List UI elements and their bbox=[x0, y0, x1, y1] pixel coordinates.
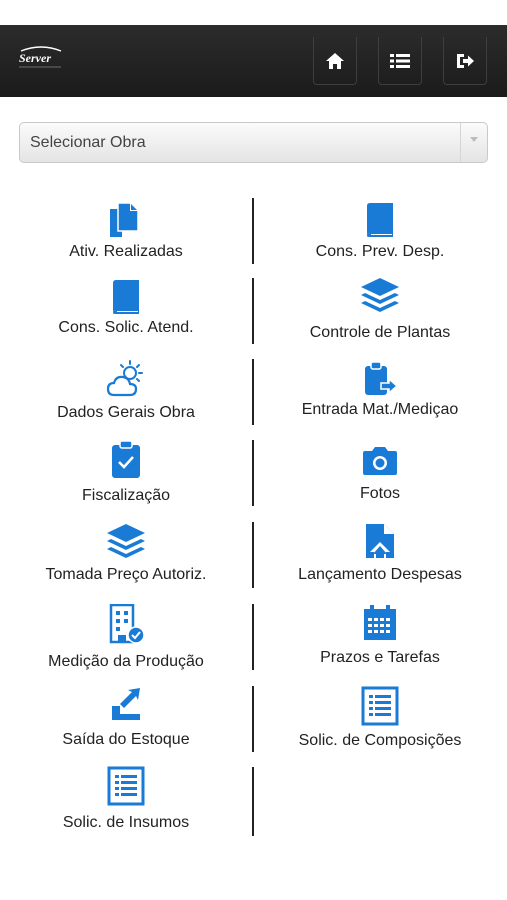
calendar-icon bbox=[364, 605, 396, 640]
layers-icon bbox=[361, 278, 399, 312]
menu-item-label: Controle de Plantas bbox=[309, 324, 451, 341]
status-bar bbox=[0, 0, 507, 25]
copy-documents-icon bbox=[110, 202, 139, 237]
logo-text: Server bbox=[19, 51, 51, 65]
logout-button[interactable] bbox=[443, 37, 487, 85]
menu-item-dados-gerais-obra[interactable]: Dados Gerais Obra bbox=[6, 359, 246, 422]
menu-item-label: Entrada Mat./Mediçao bbox=[301, 401, 459, 418]
menu-item-label: Fotos bbox=[359, 485, 400, 502]
file-upload-icon bbox=[366, 524, 394, 558]
server-logo[interactable]: Server bbox=[17, 45, 65, 71]
menu-item-label: Ativ. Realizadas bbox=[69, 243, 183, 260]
menu-item-label: Cons. Prev. Desp. bbox=[315, 243, 445, 260]
list-icon bbox=[390, 53, 410, 68]
menu-item-fotos[interactable]: Fotos bbox=[260, 445, 500, 503]
select-arrow-box[interactable] bbox=[460, 123, 487, 162]
column-divider bbox=[252, 686, 254, 752]
book-icon bbox=[367, 203, 393, 237]
menu-item-fiscalizacao[interactable]: Fiscalização bbox=[6, 440, 246, 505]
camera-icon bbox=[363, 447, 397, 475]
menu-item-ativ-realizadas[interactable]: Ativ. Realizadas bbox=[6, 201, 246, 261]
navbar: Server bbox=[0, 25, 507, 97]
menu-item-label: Solic. de Insumos bbox=[62, 814, 190, 831]
menu-item-label: Tomada Preço Autoriz. bbox=[45, 566, 207, 583]
column-divider bbox=[252, 604, 254, 670]
menu-item-saida-do-estoque[interactable]: Saída do Estoque bbox=[6, 686, 246, 749]
obra-select-value: Selecionar Obra bbox=[30, 134, 146, 151]
menu-item-label: Lançamento Despesas bbox=[298, 566, 462, 583]
menu-item-lancamento-despesas[interactable]: Lançamento Despesas bbox=[260, 522, 500, 584]
column-divider bbox=[252, 198, 254, 264]
column-divider bbox=[252, 278, 254, 344]
menu-item-tomada-preco-autoriz[interactable]: Tomada Preço Autoriz. bbox=[6, 522, 246, 584]
home-button[interactable] bbox=[313, 37, 357, 85]
menu-item-prazos-e-tarefas[interactable]: Prazos e Tarefas bbox=[260, 604, 500, 667]
obra-select[interactable]: Selecionar Obra bbox=[19, 122, 488, 163]
column-divider bbox=[252, 359, 254, 425]
menu-item-label: Saída do Estoque bbox=[62, 731, 190, 748]
menu-item-controle-de-plantas[interactable]: Controle de Plantas bbox=[260, 276, 500, 342]
menu-item-label: Prazos e Tarefas bbox=[320, 649, 440, 666]
logout-icon bbox=[457, 53, 474, 68]
stock-out-icon bbox=[112, 688, 140, 720]
menu-item-cons-solic-atend[interactable]: Cons. Solic. Atend. bbox=[6, 278, 246, 337]
chevron-down-icon bbox=[470, 137, 478, 142]
layers-icon bbox=[107, 524, 145, 558]
menu-item-label: Dados Gerais Obra bbox=[57, 404, 195, 421]
menu-item-medicao-da-producao[interactable]: Medição da Produção bbox=[6, 604, 246, 671]
column-divider bbox=[252, 522, 254, 588]
list-document-icon bbox=[361, 686, 399, 726]
home-icon bbox=[326, 52, 344, 69]
menu-item-label: Cons. Solic. Atend. bbox=[58, 319, 194, 336]
menu-item-entrada-mat-medicao[interactable]: Entrada Mat./Mediçao bbox=[260, 361, 500, 419]
menu-item-label: Solic. de Composições bbox=[298, 732, 462, 749]
book-icon bbox=[113, 280, 139, 314]
menu-item-solic-de-composicoes[interactable]: Solic. de Composições bbox=[260, 686, 500, 750]
clipboard-check-icon bbox=[112, 440, 140, 478]
clipboard-import-icon bbox=[365, 361, 399, 395]
menu-item-label: Medição da Produção bbox=[48, 653, 204, 670]
menu-item-solic-de-insumos[interactable]: Solic. de Insumos bbox=[6, 766, 246, 832]
list-button[interactable] bbox=[378, 37, 422, 85]
column-divider bbox=[252, 440, 254, 506]
weather-sun-cloud-icon bbox=[106, 360, 143, 397]
menu-item-label: Fiscalização bbox=[81, 487, 171, 504]
building-check-icon bbox=[109, 604, 145, 644]
column-divider bbox=[252, 767, 254, 836]
menu-item-cons-prev-desp[interactable]: Cons. Prev. Desp. bbox=[260, 201, 500, 261]
list-document-icon bbox=[107, 766, 145, 806]
